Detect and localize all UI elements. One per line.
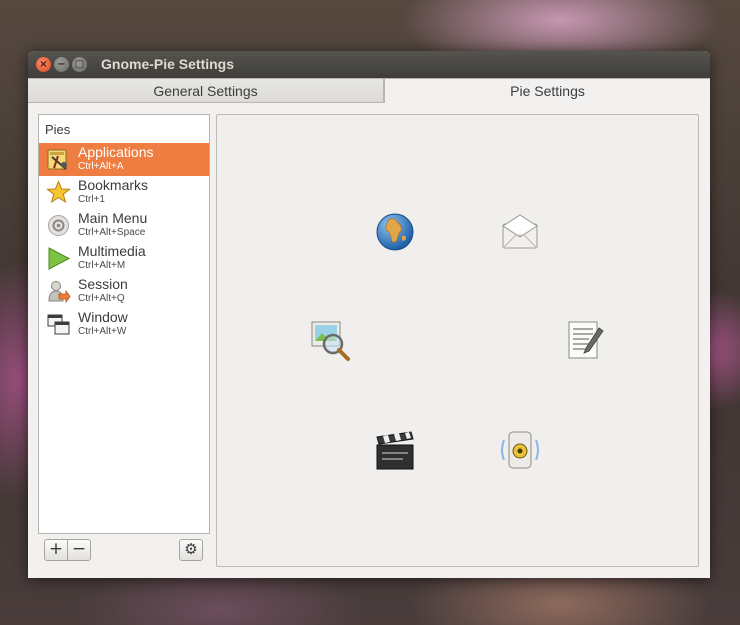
pie-settings-button[interactable]: ⚙: [179, 539, 203, 561]
pie-item-name: Multimedia: [78, 243, 146, 259]
applications-icon: [47, 149, 67, 170]
tab-pie-settings[interactable]: Pie Settings: [384, 78, 710, 103]
pie-item-window[interactable]: Window Ctrl+Alt+W: [39, 308, 209, 341]
pie-item-name: Window: [78, 309, 128, 325]
pie-list: Applications Ctrl+Alt+A Bookmarks Ctrl+1…: [39, 143, 209, 341]
pie-item-shortcut: Ctrl+Alt+Q: [78, 293, 125, 304]
close-button[interactable]: ×: [36, 57, 51, 72]
window-title: Gnome-Pie Settings: [101, 56, 235, 72]
minimize-button[interactable]: −: [54, 57, 69, 72]
pie-item-shortcut: Ctrl+Alt+W: [78, 326, 127, 337]
remove-pie-button[interactable]: −: [67, 539, 91, 561]
title-bar[interactable]: × − □ Gnome-Pie Settings: [28, 51, 710, 78]
maximize-button[interactable]: □: [72, 57, 87, 72]
pie-preview-area[interactable]: [216, 114, 699, 567]
video-clapper-icon[interactable]: [373, 428, 417, 472]
tab-general-settings[interactable]: General Settings: [28, 78, 384, 103]
pie-item-name: Session: [78, 276, 128, 292]
mail-icon[interactable]: [498, 210, 542, 254]
main-menu-icon: [48, 215, 69, 236]
image-viewer-icon[interactable]: [308, 318, 352, 362]
pie-item-name: Bookmarks: [78, 177, 149, 193]
add-pie-button[interactable]: +: [44, 539, 68, 561]
pie-item-applications[interactable]: Applications Ctrl+Alt+A: [39, 143, 209, 176]
pie-item-shortcut: Ctrl+Alt+A: [78, 161, 124, 172]
star-icon: [46, 180, 71, 204]
pie-item-shortcut: Ctrl+Alt+M: [78, 260, 126, 271]
play-icon: [48, 247, 71, 270]
tab-bar: General Settings Pie Settings: [28, 78, 710, 103]
pie-item-multimedia[interactable]: Multimedia Ctrl+Alt+M: [39, 242, 209, 275]
pie-list-toolbar: + − ⚙: [38, 535, 210, 565]
pie-item-main-menu[interactable]: Main Menu Ctrl+Alt+Space: [39, 209, 209, 242]
pie-item-session[interactable]: Session Ctrl+Alt+Q: [39, 275, 209, 308]
web-browser-icon[interactable]: [373, 210, 417, 254]
pie-item-bookmarks[interactable]: Bookmarks Ctrl+1: [39, 176, 209, 209]
pie-item-shortcut: Ctrl+Alt+Space: [78, 227, 146, 238]
pie-item-name: Main Menu: [78, 210, 148, 226]
settings-window: × − □ Gnome-Pie Settings General Setting…: [28, 51, 710, 578]
pies-header: Pies: [45, 122, 71, 137]
text-editor-icon[interactable]: [563, 318, 607, 362]
pies-list-panel: Pies Applications Ctrl+Alt+A Bookmarks C…: [38, 114, 210, 534]
session-icon: [48, 281, 71, 304]
pie-item-shortcut: Ctrl+1: [78, 194, 105, 205]
speaker-icon[interactable]: [498, 428, 542, 472]
pie-item-name: Applications: [78, 144, 154, 160]
window-icon: [47, 314, 70, 335]
